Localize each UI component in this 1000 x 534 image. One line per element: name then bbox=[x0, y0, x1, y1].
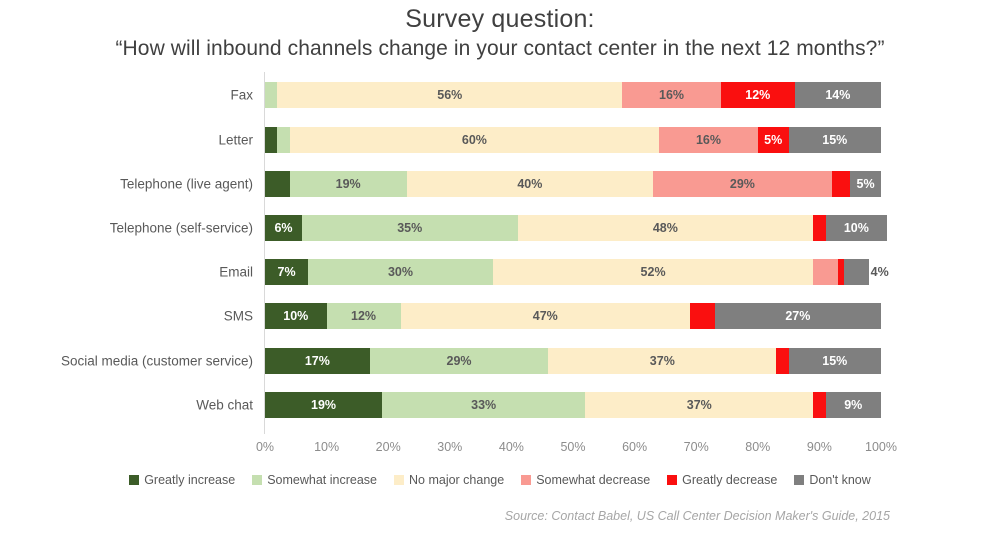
source-note: Source: Contact Babel, US Call Center De… bbox=[504, 509, 890, 523]
legend-label: Somewhat decrease bbox=[536, 473, 651, 487]
x-axis-tick: 100% bbox=[865, 440, 897, 454]
legend-item[interactable]: No major change bbox=[394, 473, 504, 487]
bar-segment: 15% bbox=[788, 348, 881, 374]
bar-segment: 10% bbox=[265, 303, 327, 329]
legend-label: Don't know bbox=[809, 473, 871, 487]
x-axis-tick: 70% bbox=[683, 440, 709, 454]
bar-segment: 60% bbox=[289, 127, 660, 153]
category-label: SMS bbox=[223, 308, 253, 324]
bar-segment: 15% bbox=[788, 127, 881, 153]
bar-segment: 19% bbox=[289, 171, 407, 197]
bar-segment: 29% bbox=[369, 348, 549, 374]
bar-segment bbox=[813, 259, 838, 285]
x-axis: 0% 10% 20% 30% 40% 50% 60% 70% 80% 90% 100% bbox=[256, 440, 897, 458]
category-label: Social media (customer service) bbox=[60, 353, 253, 369]
x-axis-tick: 40% bbox=[498, 440, 524, 454]
chart-title-block: Survey question: “How will inbound chann… bbox=[0, 4, 1000, 63]
category-label: Telephone (live agent) bbox=[120, 176, 253, 192]
bar-segment bbox=[813, 392, 826, 418]
plot-area: Fax2%56%16%12%14% Letter22%60%16%5%15% Tel… bbox=[61, 72, 889, 434]
legend-item[interactable]: Don't know bbox=[794, 473, 871, 487]
bar-segment bbox=[277, 127, 290, 153]
x-axis-tick: 20% bbox=[375, 440, 401, 454]
legend-swatch-icon bbox=[129, 475, 140, 485]
bar-segment: 10% bbox=[825, 215, 888, 241]
bar-segment: 35% bbox=[301, 215, 518, 241]
bar-segment bbox=[265, 171, 290, 197]
bar-segment bbox=[690, 303, 715, 329]
bar-row: Letter22%60%16%5%15% bbox=[218, 127, 881, 153]
x-axis-tick: 50% bbox=[560, 440, 586, 454]
bar-segment: 17% bbox=[265, 348, 370, 374]
bar-row: Social media (customer service) 17% 29% 37%… bbox=[61, 348, 881, 374]
bar-segment: 5% bbox=[850, 171, 881, 197]
bar-segment: 33% bbox=[382, 392, 586, 418]
bar-row: Email7%30%52%4%1%4% bbox=[219, 259, 889, 285]
bar-segment bbox=[265, 127, 278, 153]
legend-swatch-icon bbox=[794, 475, 805, 485]
chart-subtitle: “How will inbound channels change in you… bbox=[115, 37, 885, 60]
legend-label: Somewhat increase bbox=[267, 473, 377, 487]
category-label: Email bbox=[219, 264, 253, 280]
category-label: Fax bbox=[230, 87, 253, 103]
bar-segment: 16% bbox=[622, 82, 721, 108]
bar-segment: 47% bbox=[400, 303, 691, 329]
category-label: Web chat bbox=[196, 397, 253, 413]
x-axis-tick: 30% bbox=[437, 440, 463, 454]
bar-segment: 30% bbox=[308, 259, 493, 285]
bar-segment-label: 4% bbox=[870, 265, 889, 279]
x-axis-tick: 90% bbox=[806, 440, 832, 454]
bar-segment: 16% bbox=[659, 127, 758, 153]
legend-item[interactable]: Somewhat increase bbox=[252, 473, 377, 487]
bar-segment: 52% bbox=[492, 259, 814, 285]
bar-segment: 7% bbox=[265, 259, 309, 285]
bar-segment: 48% bbox=[517, 215, 814, 241]
bar-segment: 27% bbox=[714, 303, 881, 329]
survey-stacked-bar-chart: Survey question: “How will inbound chann… bbox=[0, 0, 1000, 534]
legend-swatch-icon bbox=[521, 475, 532, 485]
chart-legend: Greatly increase Somewhat increase No majo… bbox=[0, 473, 1000, 487]
bar-segment: 12% bbox=[326, 303, 401, 329]
legend-item[interactable]: Greatly increase bbox=[129, 473, 235, 487]
legend-item[interactable]: Somewhat decrease bbox=[521, 473, 650, 487]
legend-label: No major change bbox=[409, 473, 505, 487]
bar-segment: 37% bbox=[585, 392, 814, 418]
bar-row: Telephone (self-service)6%35%48%2%10% bbox=[110, 215, 888, 241]
x-axis-tick: 60% bbox=[622, 440, 648, 454]
bar-segment: 14% bbox=[794, 82, 881, 108]
bar-segment bbox=[776, 348, 789, 374]
category-label: Letter bbox=[218, 132, 253, 148]
bar-segment bbox=[813, 215, 826, 241]
legend-swatch-icon bbox=[667, 475, 678, 485]
bar-row: Telephone (live agent)4%19%40%29%3%5% bbox=[120, 171, 881, 197]
bar-segment: 29% bbox=[653, 171, 832, 197]
chart-title: Survey question: bbox=[405, 5, 595, 33]
bar-row: SMS10%12%47%4%27% bbox=[224, 303, 881, 329]
bar-segment bbox=[844, 259, 869, 285]
bar-segment: 19% bbox=[265, 392, 383, 418]
bar-row: Fax2%56%16%12%14% bbox=[230, 82, 881, 108]
bar-segment: 5% bbox=[757, 127, 789, 153]
x-axis-tick: 0% bbox=[255, 440, 275, 454]
bar-segment: 56% bbox=[277, 82, 623, 108]
legend-label: Greatly decrease bbox=[682, 473, 778, 487]
bar-row: Web chat19%33%37%2%9% bbox=[196, 392, 881, 418]
x-axis-tick: 80% bbox=[745, 440, 771, 454]
bar-segment: 6% bbox=[265, 215, 302, 241]
legend-swatch-icon bbox=[394, 475, 404, 485]
bar-segment: 37% bbox=[548, 348, 777, 374]
bar-segment bbox=[265, 82, 278, 108]
x-axis-tick: 10% bbox=[314, 440, 340, 454]
legend-item[interactable]: Greatly decrease bbox=[667, 473, 777, 487]
category-label: Telephone (self-service) bbox=[109, 220, 253, 236]
bar-segment: 9% bbox=[825, 392, 881, 418]
bar-segment: 12% bbox=[720, 82, 795, 108]
bar-segment: 40% bbox=[406, 171, 654, 197]
bar-segment bbox=[831, 171, 851, 197]
legend-swatch-icon bbox=[252, 475, 263, 485]
legend-label: Greatly increase bbox=[144, 473, 236, 487]
